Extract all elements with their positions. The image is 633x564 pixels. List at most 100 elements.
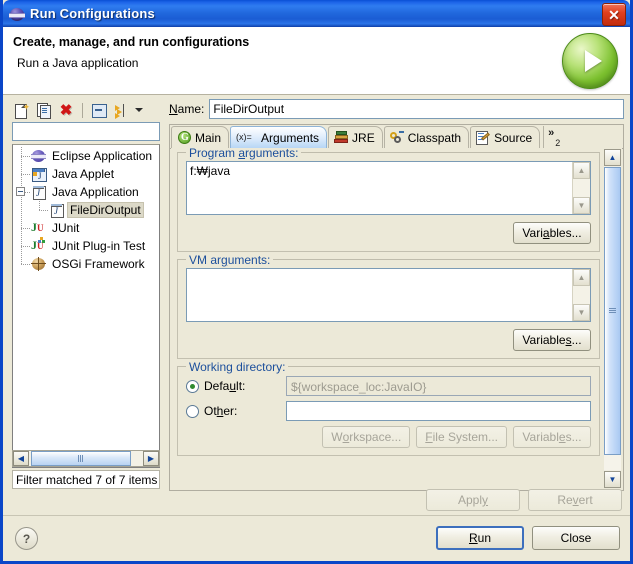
arguments-vertical-scrollbar[interactable]: ▲ ▼ — [604, 149, 621, 488]
tab-classpath[interactable]: Classpath — [383, 126, 470, 148]
tab-folder: G Main (x)= Arguments JRE Classpath Sour… — [169, 124, 624, 491]
tab-label: Main — [195, 130, 222, 145]
working-directory-buttons: Wo rkspace... File System... Variabl e s... — [186, 426, 591, 448]
eclipse-globe-icon — [9, 6, 25, 22]
scroll-up-button[interactable]: ▲ — [573, 269, 590, 286]
window-title: Run Configurations — [30, 6, 155, 21]
tree-item-label: JUnit — [52, 221, 80, 235]
tree-item-java-application[interactable]: J Java Application — [13, 183, 159, 201]
apply-revert-row: Appl y Re v ert — [426, 489, 622, 511]
vm-arguments-scrollbar[interactable]: ▲ ▼ — [572, 269, 590, 321]
tree-item-label: OSGi Framework — [52, 257, 145, 271]
source-tab-icon — [476, 130, 491, 145]
banner-title: Create, manage, and run configurations — [13, 35, 250, 49]
chevron-double-right-icon: » — [548, 127, 555, 139]
vm-arguments-variables-button[interactable]: Variable s... — [513, 329, 591, 351]
default-radio-button[interactable] — [186, 379, 199, 393]
file-system-button[interactable]: File System... — [416, 426, 507, 448]
tree-item-osgi-framework[interactable]: OSGi Framework — [13, 255, 159, 273]
scroll-down-button[interactable]: ▼ — [604, 471, 621, 488]
tab-overflow-button[interactable]: » 2 — [543, 126, 565, 148]
classpath-tab-icon — [389, 130, 405, 145]
expander-collapse-icon[interactable] — [16, 187, 25, 196]
working-directory-legend: Working directory: — [186, 360, 289, 374]
tab-strip: G Main (x)= Arguments JRE Classpath Sour… — [170, 125, 623, 149]
delete-red-x-icon: ✖ — [59, 101, 73, 119]
view-menu-button[interactable] — [133, 101, 145, 120]
vscroll-track[interactable] — [604, 167, 621, 470]
scroll-down-button[interactable]: ▼ — [573, 304, 590, 321]
junit-plugin-test-icon: JU — [31, 237, 45, 252]
tree-item-label: Java Application — [52, 185, 139, 199]
scroll-right-button[interactable]: ▶ — [143, 451, 159, 466]
apply-button[interactable]: Appl y — [426, 489, 520, 511]
configurations-tree[interactable]: Eclipse Application J Java Applet J Java… — [12, 144, 160, 468]
tab-label: JRE — [352, 130, 375, 145]
question-mark-icon: ? — [22, 531, 31, 546]
vm-arguments-group: VM arguments: ▲ ▼ Variable s... — [177, 253, 600, 359]
tree-item-filediroutput[interactable]: J FileDirOutput — [13, 201, 159, 219]
workspace-button[interactable]: Wo rkspace... — [322, 426, 411, 448]
delete-configuration-button[interactable]: ✖ — [56, 101, 76, 120]
help-button[interactable]: ? — [15, 527, 38, 550]
revert-button[interactable]: Re v ert — [528, 489, 622, 511]
java-application-icon: J — [31, 184, 47, 200]
jre-tab-icon — [334, 130, 349, 145]
tree-item-java-applet[interactable]: J Java Applet — [13, 165, 159, 183]
default-directory-input — [286, 376, 591, 396]
java-applet-icon: J — [31, 166, 47, 182]
working-directory-other-row: Other: — [186, 400, 591, 422]
vm-arguments-legend: VM arguments: — [186, 253, 274, 267]
run-button[interactable]: Run — [436, 526, 524, 550]
tree-horizontal-scrollbar[interactable]: ◀ ▶ — [12, 450, 160, 467]
working-directory-variables-button[interactable]: Variabl e s... — [513, 426, 591, 448]
new-document-icon: ✦ — [15, 102, 30, 119]
vm-arguments-button-row: Variable s... — [186, 329, 591, 351]
chevron-down-icon — [135, 108, 143, 112]
vscroll-thumb[interactable] — [604, 167, 621, 455]
new-configuration-button[interactable]: ✦ — [12, 101, 32, 120]
collapse-all-icon — [92, 103, 107, 118]
tree-item-junit[interactable]: JU JUnit — [13, 219, 159, 237]
title-bar: Run Configurations ✕ — [3, 0, 630, 27]
dialog-footer: ? Run Close — [3, 515, 630, 561]
tab-jre[interactable]: JRE — [328, 126, 383, 148]
working-directory-group: Working directory: Default: Other: — [177, 360, 600, 456]
tab-main[interactable]: G Main — [171, 126, 230, 148]
collapse-all-button[interactable] — [89, 101, 109, 120]
hscroll-thumb[interactable] — [31, 451, 131, 466]
configurations-panel: ✦ ✖ Eclipse Application J Java Applet J … — [9, 99, 164, 491]
scroll-up-button[interactable]: ▲ — [573, 162, 590, 179]
close-button[interactable]: Close — [532, 526, 620, 550]
vm-arguments-textarea[interactable]: ▲ ▼ — [186, 268, 591, 322]
close-window-button[interactable]: ✕ — [602, 3, 626, 26]
tree-item-junit-plugin-test[interactable]: JU JUnit Plug-in Test — [13, 237, 159, 255]
name-input[interactable] — [209, 99, 624, 119]
scroll-down-button[interactable]: ▼ — [573, 197, 590, 214]
other-radio-button[interactable] — [186, 404, 199, 418]
tab-label: Arguments — [261, 130, 320, 145]
main-tab-icon: G — [177, 130, 192, 145]
footer-buttons: Run Close — [436, 526, 620, 550]
name-row: Name: — [169, 99, 624, 119]
tree-toolbar: ✦ ✖ — [9, 99, 164, 121]
scroll-left-button[interactable]: ◀ — [13, 451, 29, 466]
tab-arguments[interactable]: (x)= Arguments — [230, 126, 328, 148]
run-green-play-icon — [562, 33, 618, 89]
other-directory-input[interactable] — [286, 401, 591, 421]
configuration-editor-panel: Name: G Main (x)= Arguments JRE — [169, 99, 624, 491]
scroll-up-button[interactable]: ▲ — [604, 149, 621, 166]
program-arguments-textarea[interactable]: f:₩java ▲ ▼ — [186, 161, 591, 215]
filter-button[interactable] — [111, 101, 131, 120]
filter-arrows-icon — [114, 103, 129, 119]
tree-item-eclipse-application[interactable]: Eclipse Application — [13, 147, 159, 165]
program-arguments-scrollbar[interactable]: ▲ ▼ — [572, 162, 590, 214]
hscroll-track[interactable] — [29, 451, 143, 466]
filter-status-text: Filter matched 7 of 7 items — [12, 470, 160, 489]
program-arguments-variables-button[interactable]: Vari a bles... — [513, 222, 591, 244]
duplicate-configuration-button[interactable] — [34, 101, 54, 120]
osgi-framework-icon — [31, 256, 47, 272]
tab-source[interactable]: Source — [470, 126, 541, 148]
filter-input[interactable] — [12, 122, 160, 141]
name-field-label: Name: — [169, 102, 205, 116]
